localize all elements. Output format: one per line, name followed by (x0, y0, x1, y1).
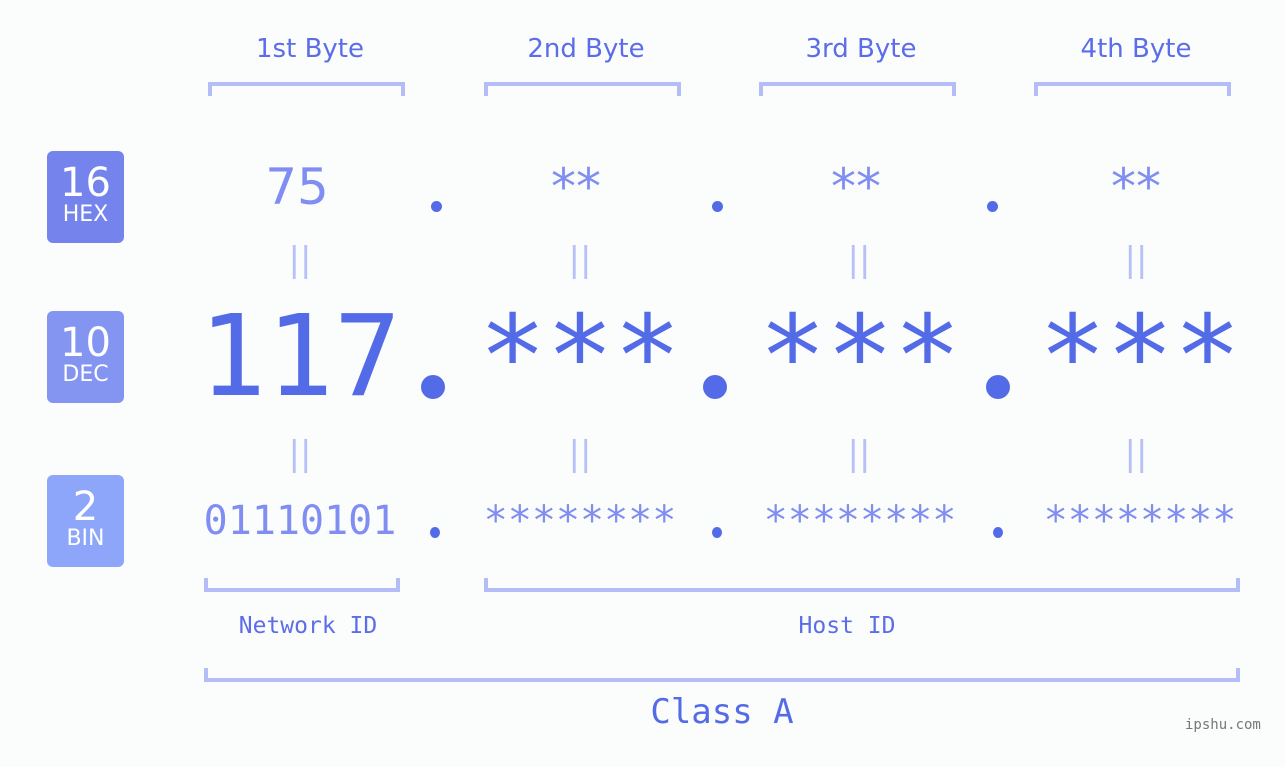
byte-bracket-1 (208, 82, 405, 96)
equals-sign: || (288, 240, 312, 280)
watermark: ipshu.com (1185, 717, 1261, 733)
host-id-label: Host ID (798, 613, 896, 639)
bin-badge-label: BIN (66, 526, 105, 551)
equals-sign: || (568, 434, 592, 474)
equals-sign: || (568, 240, 592, 280)
hex-separator-dot (712, 201, 723, 212)
hex-value-4: ** (1111, 158, 1161, 216)
dec-badge-label: DEC (62, 362, 109, 387)
bin-badge-base: 2 (72, 484, 99, 530)
bin-value-4: ******** (1043, 498, 1237, 544)
network-id-bracket (204, 578, 400, 592)
hex-badge: 16 HEX (47, 151, 124, 243)
dec-badge: 10 DEC (47, 311, 124, 403)
byte-bracket-2 (484, 82, 681, 96)
bin-separator-dot (993, 527, 1003, 538)
bin-value-1: 01110101 (203, 498, 397, 544)
dec-value-2: *** (478, 292, 682, 422)
bin-separator-dot (712, 527, 722, 538)
equals-sign: || (1124, 434, 1148, 474)
dec-badge-base: 10 (60, 320, 111, 366)
equals-sign: || (847, 434, 871, 474)
byte-bracket-3 (759, 82, 956, 96)
dec-value-4: *** (1038, 292, 1242, 422)
dec-value-1: 117 (198, 292, 402, 422)
dec-value-3: *** (758, 292, 962, 422)
host-id-bracket (484, 578, 1240, 592)
bin-separator-dot (430, 527, 440, 538)
hex-separator-dot (987, 201, 998, 212)
equals-sign: || (288, 434, 312, 474)
bin-badge: 2 BIN (47, 475, 124, 567)
byte-bracket-4 (1034, 82, 1231, 96)
byte-label-4: 4th Byte (1080, 34, 1192, 64)
hex-badge-base: 16 (60, 160, 111, 206)
bin-value-2: ******** (483, 498, 677, 544)
equals-sign: || (1124, 240, 1148, 280)
ip-class-label: Class A (650, 692, 794, 732)
hex-value-2: ** (551, 158, 601, 216)
bin-value-3: ******** (763, 498, 957, 544)
dec-separator-dot (703, 375, 727, 399)
byte-label-2: 2nd Byte (527, 34, 645, 64)
class-bracket (204, 668, 1240, 682)
byte-label-3: 3rd Byte (805, 34, 917, 64)
hex-value-1: 75 (265, 158, 329, 216)
equals-sign: || (847, 240, 871, 280)
dec-separator-dot (421, 375, 445, 399)
hex-badge-label: HEX (62, 202, 109, 227)
hex-separator-dot (431, 201, 442, 212)
dec-separator-dot (986, 375, 1010, 399)
network-id-label: Network ID (238, 613, 378, 639)
byte-label-1: 1st Byte (256, 34, 364, 64)
hex-value-3: ** (831, 158, 881, 216)
